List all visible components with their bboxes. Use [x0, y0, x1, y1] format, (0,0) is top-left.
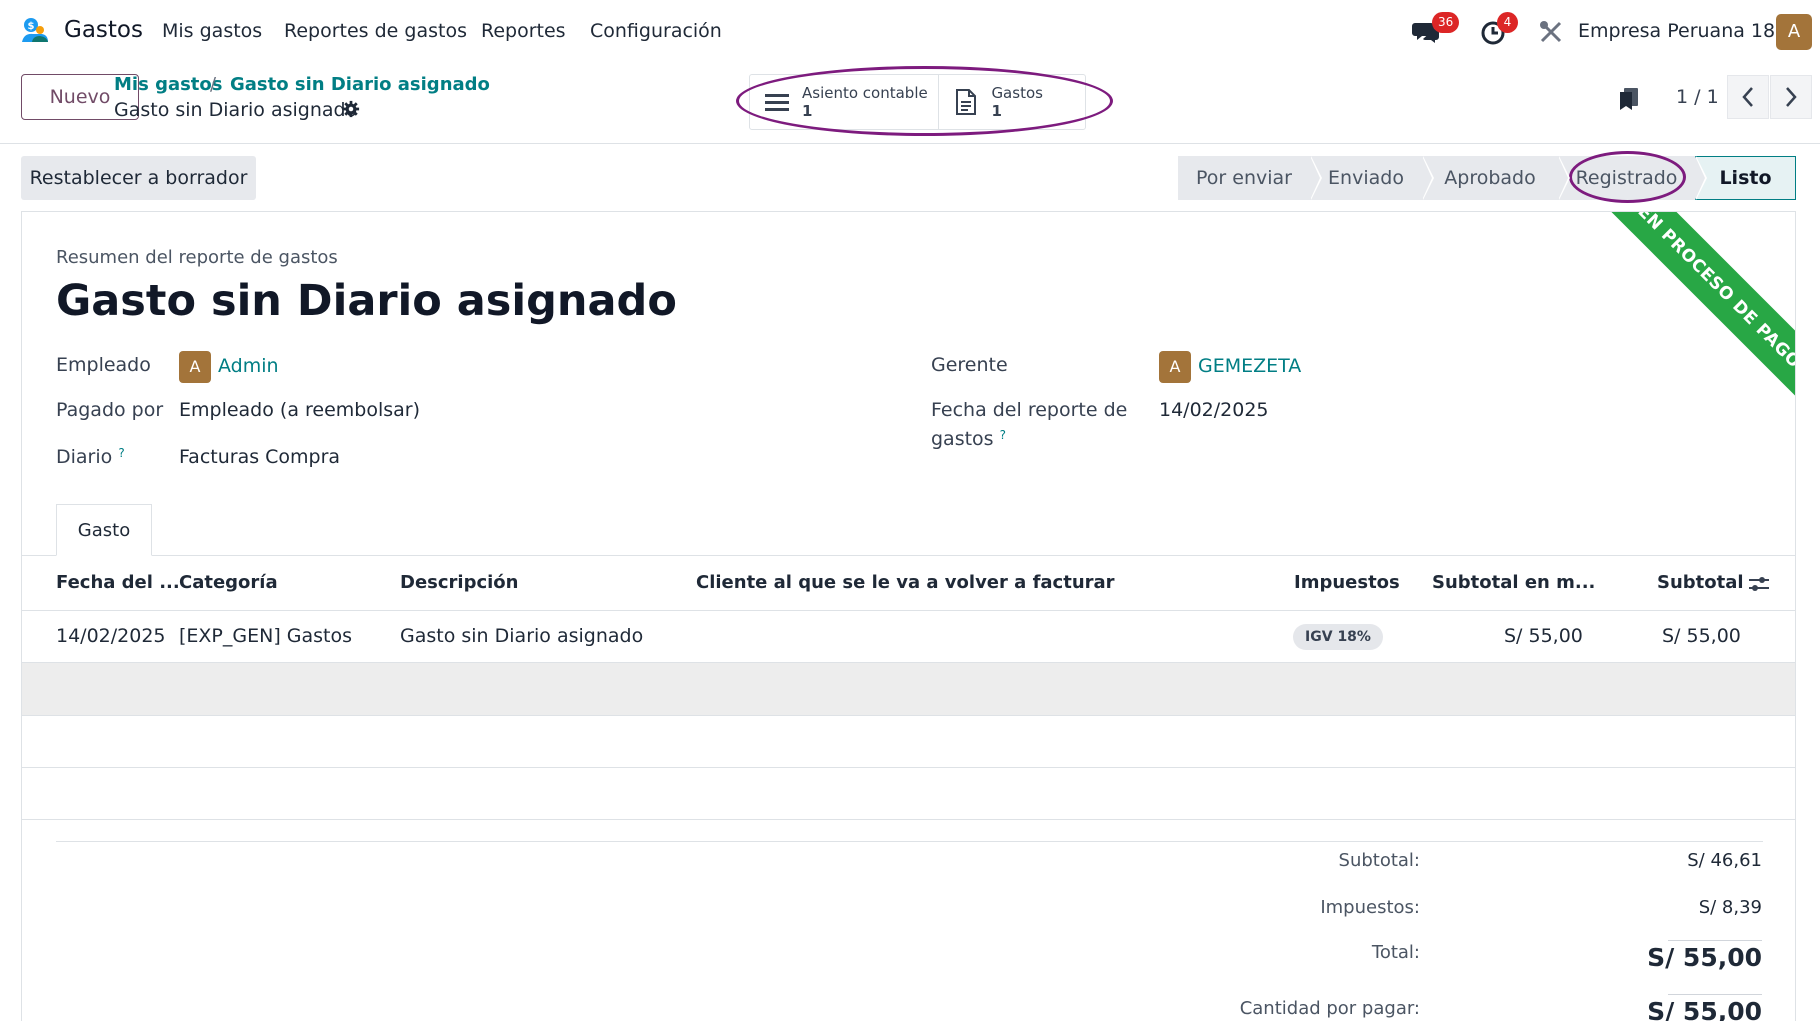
chevron-right-icon: [1786, 87, 1797, 107]
subtotal-label: Subtotal:: [1338, 850, 1420, 871]
due-divider: [1668, 994, 1762, 995]
stage-enviado[interactable]: Enviado: [1310, 156, 1434, 200]
total-label: Total:: [1371, 942, 1420, 963]
row-subtotal-company: S/ 55,00: [1504, 625, 1583, 647]
stage-registrado[interactable]: Registrado: [1558, 156, 1707, 200]
row-subtotal: S/ 55,00: [1662, 625, 1741, 647]
employee-label: Empleado: [56, 354, 151, 376]
column-settings-icon[interactable]: [1748, 574, 1770, 594]
status-bar: Por enviar Enviado Aprobado Registrado L…: [1178, 156, 1796, 200]
col-impuestos[interactable]: Impuestos: [1294, 572, 1400, 593]
document-icon: [956, 89, 977, 115]
smart-buttons: Asiento contable 1 Gastos 1: [749, 74, 1086, 130]
pager-value[interactable]: 1 / 1: [1676, 86, 1719, 108]
row-divider: [22, 715, 1795, 716]
journal-label-text: Diario: [56, 446, 113, 468]
report-date-label-line1: Fecha del reporte de: [931, 399, 1128, 421]
col-descripcion[interactable]: Descripción: [400, 572, 519, 593]
stage-por-enviar[interactable]: Por enviar: [1178, 156, 1322, 200]
expense-report-sheet: EN PROCESO DE PAGO Resumen del reporte d…: [21, 211, 1796, 1021]
subtotal-value: S/ 46,61: [1687, 850, 1762, 871]
taxes-value: S/ 8,39: [1698, 897, 1762, 918]
breadcrumb-separator: /: [210, 74, 217, 95]
bookmark-icon[interactable]: [1616, 86, 1642, 112]
control-panel: Nuevo Mis gastos / Gasto sin Diario asig…: [0, 62, 1820, 144]
col-subtotal[interactable]: Subtotal: [1657, 572, 1744, 593]
total-divider: [1668, 940, 1762, 941]
col-subtotal-company[interactable]: Subtotal en m...: [1432, 572, 1595, 593]
chat-count-badge: 36: [1432, 12, 1460, 33]
manager-avatar: A: [1159, 351, 1191, 383]
app-name[interactable]: Gastos: [64, 17, 143, 43]
row-divider: [22, 819, 1795, 820]
report-date-label-text: gastos: [931, 428, 994, 450]
tab-gasto[interactable]: Gasto: [56, 504, 152, 556]
amount-due-value: S/ 55,00: [1647, 997, 1762, 1021]
list-icon: [765, 94, 789, 111]
employee-value[interactable]: Admin: [218, 355, 279, 377]
col-categoria[interactable]: Categoría: [179, 572, 278, 593]
employee-avatar: A: [179, 351, 211, 383]
breadcrumb-report[interactable]: Gasto sin Diario asignado: [230, 74, 490, 95]
menu-mis-gastos[interactable]: Mis gastos: [162, 20, 262, 42]
expenses-label: Gastos: [991, 84, 1043, 102]
menu-reportes-de-gastos[interactable]: Reportes de gastos: [284, 20, 467, 42]
stage-aprobado[interactable]: Aprobado: [1422, 156, 1570, 200]
row-date: 14/02/2025: [56, 625, 166, 647]
expenses-app-icon[interactable]: $: [20, 16, 50, 46]
report-date-value[interactable]: 14/02/2025: [1159, 399, 1269, 421]
col-cliente[interactable]: Cliente al que se le va a volver a factu…: [696, 572, 1115, 593]
reset-to-draft-button[interactable]: Restablecer a borrador: [21, 156, 256, 200]
journal-help-icon[interactable]: ?: [118, 446, 124, 460]
activity-count-badge: 4: [1497, 12, 1518, 33]
expenses-smart-button[interactable]: Gastos 1: [939, 75, 1085, 129]
chevron-left-icon: [1742, 87, 1753, 107]
pager-next-button[interactable]: [1770, 75, 1812, 119]
journal-entry-label: Asiento contable: [802, 84, 928, 102]
breadcrumb-current: Gasto sin Diario asignado: [114, 99, 358, 121]
pager-previous-button[interactable]: [1727, 75, 1769, 119]
expenses-count: 1: [991, 102, 1002, 120]
ribbon-text: EN PROCESO DE PAGO: [1596, 212, 1795, 410]
top-navbar: $ Gastos Mis gastos Reportes de gastos R…: [0, 0, 1820, 62]
manager-value[interactable]: GEMEZETA: [1198, 355, 1301, 377]
user-avatar[interactable]: A: [1776, 14, 1812, 50]
row-tax-badge: IGV 18%: [1293, 624, 1383, 650]
journal-entry-smart-button[interactable]: Asiento contable 1: [750, 75, 940, 129]
totals-divider: [56, 841, 1763, 842]
row-category: [EXP_GEN] Gastos: [179, 625, 353, 647]
form-subtitle: Resumen del reporte de gastos: [56, 247, 338, 268]
taxes-label: Impuestos:: [1320, 897, 1420, 918]
col-fecha[interactable]: Fecha del ...: [56, 572, 180, 593]
report-date-help-icon[interactable]: ?: [1000, 428, 1006, 442]
debug-tools-icon[interactable]: [1537, 18, 1565, 46]
journal-label: Diario ?: [56, 446, 125, 468]
journal-entry-count: 1: [802, 102, 813, 120]
breadcrumb-mis-gastos[interactable]: Mis gastos: [114, 74, 223, 95]
journal-value[interactable]: Facturas Compra: [179, 446, 340, 468]
row-description: Gasto sin Diario asignado: [400, 625, 644, 647]
svg-text:$: $: [28, 21, 35, 32]
header-divider: [22, 610, 1795, 611]
paid-by-value[interactable]: Empleado (a reembolsar): [179, 399, 420, 421]
report-title[interactable]: Gasto sin Diario asignado: [56, 276, 677, 326]
stage-listo[interactable]: Listo: [1695, 156, 1796, 200]
paid-by-label: Pagado por: [56, 399, 164, 421]
amount-due-label: Cantidad por pagar:: [1239, 998, 1420, 1019]
status-ribbon: EN PROCESO DE PAGO: [1595, 212, 1795, 412]
menu-configuracion[interactable]: Configuración: [590, 20, 722, 42]
tab-divider: [22, 555, 1795, 556]
total-value: S/ 55,00: [1647, 943, 1762, 972]
empty-row-hover[interactable]: [22, 663, 1795, 715]
company-switcher[interactable]: Empresa Peruana 18: [1578, 20, 1775, 42]
gear-icon[interactable]: [342, 100, 360, 118]
menu-reportes[interactable]: Reportes: [481, 20, 566, 42]
manager-label: Gerente: [931, 354, 1008, 376]
report-date-label-line2: gastos ?: [931, 428, 1006, 450]
row-divider: [22, 767, 1795, 768]
